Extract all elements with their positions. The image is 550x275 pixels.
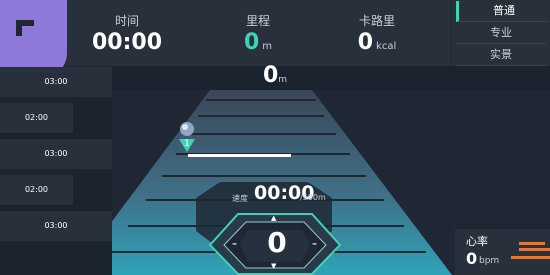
split-item: 02:00 [0,103,73,133]
stats-bar: 时间 00:00 里程 0m 卡路里 0 kcal [67,0,450,66]
gear-value: 0 [267,226,287,259]
tab-normal[interactable]: 普通 [456,1,549,22]
logo-icon [16,20,34,36]
heart-rate-label: 心率 [466,235,488,248]
track-distance: 0m [262,63,288,88]
decrease-button[interactable]: - [232,236,237,252]
rider-number: 1 [184,139,190,149]
calories-label: 卡路里 [358,14,395,28]
heart-rate-bar [519,248,550,251]
progress-line [188,154,291,157]
menu-corner[interactable] [0,0,67,76]
tab-professional[interactable]: 专业 [456,23,546,44]
tab-real-scene[interactable]: 实景 [456,45,546,66]
arrow-down-icon: ▼ [271,262,277,270]
split-item: 03:00 [0,67,112,97]
split-item: 02:00 [0,175,73,205]
split-item: 03:00 [0,139,112,169]
heart-rate-bar [511,256,550,259]
mode-tabs: 普通 专业 实景 [451,0,550,66]
arrow-up-icon: ▲ [271,214,277,222]
heart-rate-value: 0 [466,249,478,268]
distance-value: 0m [243,30,273,55]
calories-value: 0 kcal [357,30,397,55]
split-item: 03:00 [0,211,112,241]
increase-button[interactable]: - [312,236,317,252]
time-label: 时间 [114,14,139,28]
heart-rate-unit: bpm [479,256,500,266]
time-value: 00:00 [91,30,163,55]
heart-rate-bar [519,242,545,245]
distance-label: 里程 [245,14,270,28]
